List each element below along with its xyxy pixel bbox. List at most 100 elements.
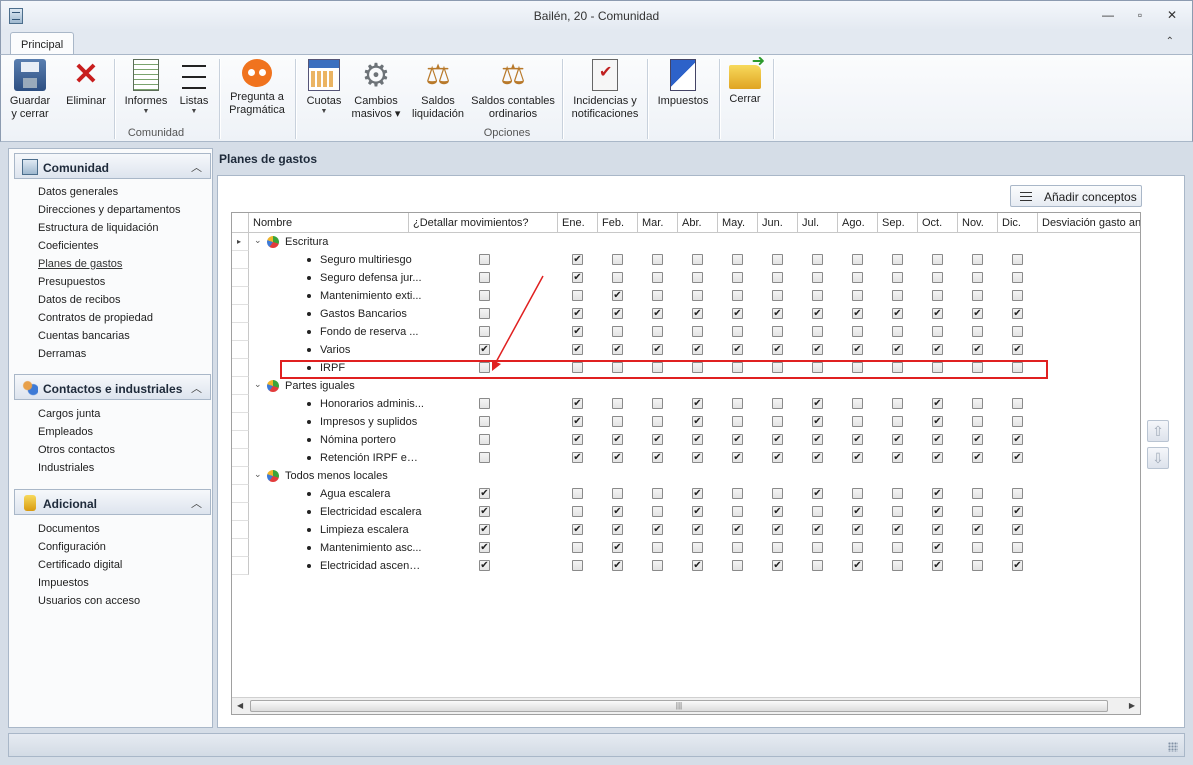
sidebar-item-derramas[interactable]: Derramas	[38, 348, 86, 360]
month-checkbox[interactable]	[572, 326, 583, 337]
month-checkbox[interactable]	[852, 506, 863, 517]
month-checkbox[interactable]	[692, 452, 703, 463]
row-indicator[interactable]	[232, 485, 249, 503]
detail-checkbox[interactable]	[479, 452, 490, 463]
table-row[interactable]: Mantenimiento exti...	[249, 287, 1140, 305]
month-checkbox[interactable]	[652, 488, 663, 499]
table-row[interactable]: Impresos y suplidos	[249, 413, 1140, 431]
month-checkbox[interactable]	[652, 254, 663, 265]
column-header[interactable]: Oct.	[918, 213, 958, 233]
sidebar-item-configuracion[interactable]: Configuración	[38, 541, 106, 553]
detail-checkbox[interactable]	[479, 506, 490, 517]
month-checkbox[interactable]	[892, 542, 903, 553]
month-checkbox[interactable]	[772, 488, 783, 499]
month-checkbox[interactable]	[612, 308, 623, 319]
month-checkbox[interactable]	[732, 398, 743, 409]
detail-checkbox[interactable]	[479, 272, 490, 283]
sidebar-item-industriales[interactable]: Industriales	[38, 462, 94, 474]
month-checkbox[interactable]	[972, 416, 983, 427]
expand-icon[interactable]: ⌄	[254, 379, 262, 390]
month-checkbox[interactable]	[1012, 452, 1023, 463]
month-checkbox[interactable]	[972, 560, 983, 571]
month-checkbox[interactable]	[932, 308, 943, 319]
month-checkbox[interactable]	[772, 524, 783, 535]
sidebar-item-cuentas-bancarias[interactable]: Cuentas bancarias	[38, 330, 130, 342]
reports-button[interactable]: Informes ▼	[121, 59, 171, 116]
row-indicator[interactable]	[232, 305, 249, 323]
month-checkbox[interactable]	[852, 542, 863, 553]
month-checkbox[interactable]	[812, 254, 823, 265]
month-checkbox[interactable]	[772, 506, 783, 517]
month-checkbox[interactable]	[812, 452, 823, 463]
move-down-button[interactable]: ⇩	[1147, 447, 1169, 469]
month-checkbox[interactable]	[732, 362, 743, 373]
month-checkbox[interactable]	[612, 452, 623, 463]
sidebar-item-usuarios[interactable]: Usuarios con acceso	[38, 595, 140, 607]
row-indicator[interactable]	[232, 413, 249, 431]
month-checkbox[interactable]	[1012, 524, 1023, 535]
month-checkbox[interactable]	[612, 524, 623, 535]
month-checkbox[interactable]	[692, 290, 703, 301]
row-indicator[interactable]	[232, 557, 249, 575]
month-checkbox[interactable]	[572, 344, 583, 355]
table-row[interactable]: Mantenimiento asc...	[249, 539, 1140, 557]
table-row[interactable]: Seguro defensa jur...	[249, 269, 1140, 287]
group-row[interactable]: ⌄ Todos menos locales	[249, 467, 1140, 485]
month-checkbox[interactable]	[812, 272, 823, 283]
table-row[interactable]: Honorarios adminis...	[249, 395, 1140, 413]
month-checkbox[interactable]	[852, 290, 863, 301]
month-checkbox[interactable]	[932, 524, 943, 535]
month-checkbox[interactable]	[812, 416, 823, 427]
month-checkbox[interactable]	[732, 416, 743, 427]
month-checkbox[interactable]	[612, 326, 623, 337]
table-row[interactable]: Nómina portero	[249, 431, 1140, 449]
month-checkbox[interactable]	[932, 434, 943, 445]
month-checkbox[interactable]	[1012, 398, 1023, 409]
ribbon-collapse-icon[interactable]: ⌃	[1166, 36, 1174, 47]
month-checkbox[interactable]	[732, 326, 743, 337]
month-checkbox[interactable]	[1012, 362, 1023, 373]
sidebar-item-cargos-junta[interactable]: Cargos junta	[38, 408, 100, 420]
month-checkbox[interactable]	[732, 542, 743, 553]
month-checkbox[interactable]	[572, 506, 583, 517]
month-checkbox[interactable]	[772, 344, 783, 355]
month-checkbox[interactable]	[732, 452, 743, 463]
month-checkbox[interactable]	[892, 362, 903, 373]
month-checkbox[interactable]	[652, 272, 663, 283]
month-checkbox[interactable]	[892, 398, 903, 409]
month-checkbox[interactable]	[1012, 434, 1023, 445]
incidents-button[interactable]: Incidencias ynotificaciones	[569, 59, 641, 121]
month-checkbox[interactable]	[812, 542, 823, 553]
month-checkbox[interactable]	[1012, 254, 1023, 265]
month-checkbox[interactable]	[852, 488, 863, 499]
month-checkbox[interactable]	[772, 290, 783, 301]
table-row[interactable]: Retención IRPF em...	[249, 449, 1140, 467]
collapse-icon[interactable]: ︿	[191, 380, 202, 396]
month-checkbox[interactable]	[772, 434, 783, 445]
month-checkbox[interactable]	[812, 398, 823, 409]
table-row[interactable]: Agua escalera	[249, 485, 1140, 503]
month-checkbox[interactable]	[572, 416, 583, 427]
month-checkbox[interactable]	[772, 272, 783, 283]
scroll-left-icon[interactable]: ◀	[237, 701, 243, 710]
month-checkbox[interactable]	[852, 344, 863, 355]
month-checkbox[interactable]	[812, 524, 823, 535]
sidebar-item-impuestos[interactable]: Impuestos	[38, 577, 89, 589]
close-button[interactable]: Cerrar	[725, 55, 765, 106]
month-checkbox[interactable]	[652, 290, 663, 301]
month-checkbox[interactable]	[852, 560, 863, 571]
column-header[interactable]: Nov.	[958, 213, 998, 233]
lists-button[interactable]: Listas ▼	[176, 59, 212, 116]
month-checkbox[interactable]	[932, 326, 943, 337]
sidebar-item-datos-generales[interactable]: Datos generales	[38, 186, 118, 198]
month-checkbox[interactable]	[812, 308, 823, 319]
ask-pragmatica-button[interactable]: Pregunta a Pragmática	[226, 59, 288, 117]
month-checkbox[interactable]	[852, 272, 863, 283]
month-checkbox[interactable]	[652, 542, 663, 553]
month-checkbox[interactable]	[652, 416, 663, 427]
month-checkbox[interactable]	[812, 362, 823, 373]
month-checkbox[interactable]	[612, 290, 623, 301]
section-header-contactos[interactable]: Contactos e industriales ︿	[14, 374, 211, 400]
sidebar-item-direcciones[interactable]: Direcciones y departamentos	[38, 204, 180, 216]
month-checkbox[interactable]	[892, 344, 903, 355]
